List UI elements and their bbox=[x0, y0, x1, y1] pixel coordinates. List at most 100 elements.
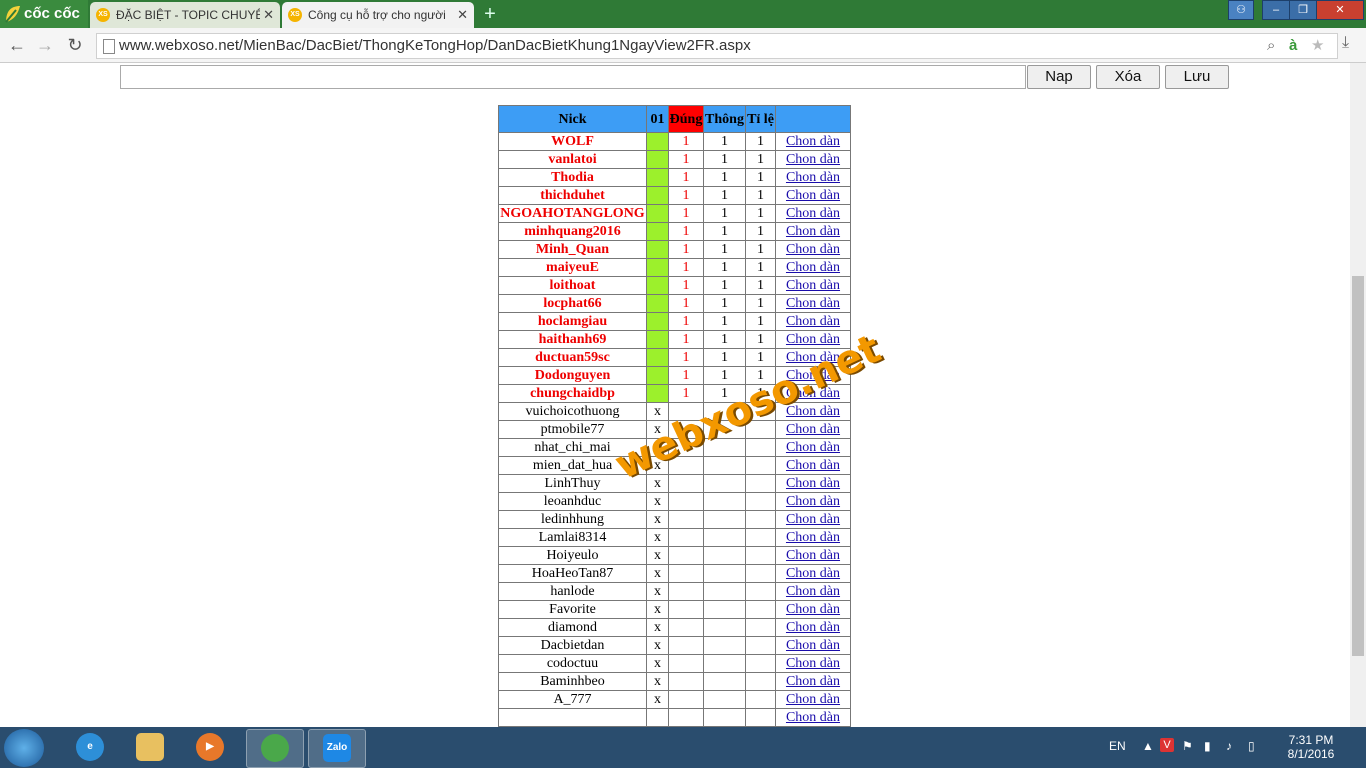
chon-dan-link[interactable]: Chon dàn bbox=[786, 422, 840, 437]
flag-icon[interactable]: ⚑ bbox=[1182, 739, 1193, 753]
chon-dan-link[interactable]: Chon dàn bbox=[786, 224, 840, 239]
reload-icon[interactable]: ↻ bbox=[64, 34, 86, 56]
close-icon[interactable]: ✕ bbox=[263, 2, 274, 28]
antivirus-icon[interactable]: V bbox=[1160, 738, 1174, 752]
xoa-button[interactable]: Xóa bbox=[1096, 65, 1160, 89]
table-row: diamond x Chon dàn bbox=[498, 618, 851, 637]
cell-nick: thichduhet bbox=[498, 186, 647, 205]
cell-01: x bbox=[646, 528, 669, 547]
chon-dan-link[interactable]: Chon dàn bbox=[786, 404, 840, 419]
language-indicator[interactable]: EN bbox=[1109, 739, 1126, 753]
chon-dan-link[interactable]: Chon dàn bbox=[786, 134, 840, 149]
chon-dan-link[interactable]: Chon dàn bbox=[786, 476, 840, 491]
tab-title: ĐẶC BIỆT - TOPIC CHUYÊN bbox=[116, 8, 260, 22]
cell-dung bbox=[668, 564, 704, 583]
chon-dan-link[interactable]: Chon dàn bbox=[786, 188, 840, 203]
luu-button[interactable]: Lưu bbox=[1165, 65, 1229, 89]
cell-nick: A_777 bbox=[498, 690, 647, 709]
coccoc-logo[interactable]: cốc cốc bbox=[0, 0, 88, 28]
close-window-button[interactable]: ✕ bbox=[1316, 0, 1364, 20]
chon-dan-link[interactable]: Chon dàn bbox=[786, 548, 840, 563]
chon-dan-link[interactable]: Chon dàn bbox=[786, 692, 840, 707]
cell-nick: ledinhhung bbox=[498, 510, 647, 529]
battery-icon[interactable]: ▯ bbox=[1248, 739, 1255, 753]
coccoc-leaf-icon bbox=[5, 6, 20, 23]
chon-dan-link[interactable]: Chon dàn bbox=[786, 674, 840, 689]
chon-dan-link[interactable]: Chon dàn bbox=[786, 584, 840, 599]
table-row: Thodia 1 1 1 Chon dàn bbox=[498, 168, 851, 187]
chon-dan-link[interactable]: Chon dàn bbox=[786, 260, 840, 275]
cell-tile: 1 bbox=[745, 186, 776, 205]
new-tab-icon[interactable]: + bbox=[480, 4, 500, 24]
taskbar-explorer[interactable] bbox=[122, 729, 178, 766]
chon-dan-link[interactable]: Chon dàn bbox=[786, 494, 840, 509]
chon-dan-link[interactable]: Chon dàn bbox=[786, 296, 840, 311]
table-row: Chon dàn bbox=[498, 708, 851, 727]
chon-dan-link[interactable]: Chon dàn bbox=[786, 242, 840, 257]
cell-nick: NGOAHOTANGLONG bbox=[498, 204, 647, 223]
chon-dan-link[interactable]: Chon dàn bbox=[786, 458, 840, 473]
clock[interactable]: 7:31 PM 8/1/2016 bbox=[1276, 733, 1346, 761]
coccoc-typing-icon[interactable]: à bbox=[1289, 34, 1297, 58]
volume-icon[interactable]: ♪ bbox=[1226, 739, 1232, 753]
cell-dung bbox=[668, 438, 704, 457]
chon-dan-link[interactable]: Chon dàn bbox=[786, 350, 840, 365]
taskbar-media[interactable]: ▶ bbox=[182, 729, 238, 766]
chon-dan-link[interactable]: Chon dàn bbox=[786, 512, 840, 527]
download-icon[interactable]: ⤓ bbox=[1342, 34, 1349, 52]
address-bar[interactable]: www.webxoso.net/MienBac/DacBiet/ThongKeT… bbox=[96, 33, 1338, 59]
cell-nick: ptmobile77 bbox=[498, 420, 647, 439]
chon-dan-link[interactable]: Chon dàn bbox=[786, 368, 840, 383]
cell-01: x bbox=[646, 492, 669, 511]
tab-dac-biet[interactable]: XS ĐẶC BIỆT - TOPIC CHUYÊN ✕ bbox=[90, 2, 280, 28]
chon-dan-link[interactable]: Chon dàn bbox=[786, 332, 840, 347]
chon-dan-link[interactable]: Chon dàn bbox=[786, 710, 840, 725]
cell-dung: 1 bbox=[668, 276, 704, 295]
maximize-button[interactable]: ❐ bbox=[1289, 0, 1317, 20]
cell-thong: 1 bbox=[703, 330, 746, 349]
cell-thong bbox=[703, 708, 746, 727]
star-icon[interactable]: ★ bbox=[1311, 34, 1324, 58]
table-row: A_777 x Chon dàn bbox=[498, 690, 851, 709]
chon-dan-link[interactable]: Chon dàn bbox=[786, 278, 840, 293]
chon-dan-link[interactable]: Chon dàn bbox=[786, 530, 840, 545]
table-row: Favorite x Chon dàn bbox=[498, 600, 851, 619]
chon-dan-link[interactable]: Chon dàn bbox=[786, 602, 840, 617]
nap-button[interactable]: Nap bbox=[1027, 65, 1091, 89]
cell-dung: 1 bbox=[668, 132, 704, 151]
chon-dan-link[interactable]: Chon dàn bbox=[786, 152, 840, 167]
chon-dan-link[interactable]: Chon dàn bbox=[786, 566, 840, 581]
minimize-button[interactable]: – bbox=[1262, 0, 1290, 20]
start-button[interactable] bbox=[4, 729, 44, 767]
cell-thong: 1 bbox=[703, 240, 746, 259]
chon-dan-link[interactable]: Chon dàn bbox=[786, 314, 840, 329]
scrollbar-thumb[interactable] bbox=[1352, 276, 1364, 656]
forward-icon[interactable]: → bbox=[34, 34, 56, 56]
taskbar-zalo[interactable]: Zalo bbox=[308, 729, 366, 768]
cell-dung: 1 bbox=[668, 312, 704, 331]
chon-dan-link[interactable]: Chon dàn bbox=[786, 170, 840, 185]
tray-up-icon[interactable]: ▲ bbox=[1142, 739, 1154, 753]
chon-dan-link[interactable]: Chon dàn bbox=[786, 620, 840, 635]
cell-thong: 1 bbox=[703, 384, 746, 403]
cell-01 bbox=[646, 204, 669, 223]
cell-nick: minhquang2016 bbox=[498, 222, 647, 241]
cell-01: x bbox=[646, 546, 669, 565]
taskbar-coccoc[interactable] bbox=[246, 729, 304, 768]
close-icon[interactable]: ✕ bbox=[457, 2, 468, 28]
tab-cong-cu[interactable]: XS Công cụ hỗ trợ cho người ✕ bbox=[282, 2, 474, 28]
chon-dan-link[interactable]: Chon dàn bbox=[786, 638, 840, 653]
chon-dan-link[interactable]: Chon dàn bbox=[786, 656, 840, 671]
network-icon[interactable]: ▮ bbox=[1204, 739, 1211, 753]
zoom-icon[interactable]: ⌕ bbox=[1267, 34, 1275, 58]
chon-dan-link[interactable]: Chon dàn bbox=[786, 386, 840, 401]
header-link bbox=[775, 105, 851, 133]
chon-dan-link[interactable]: Chon dàn bbox=[786, 206, 840, 221]
back-icon[interactable]: ← bbox=[6, 34, 28, 56]
profile-icon[interactable]: ⚇ bbox=[1228, 0, 1254, 20]
table-row: ledinhhung x Chon dàn bbox=[498, 510, 851, 529]
chon-dan-link[interactable]: Chon dàn bbox=[786, 440, 840, 455]
cell-nick: leoanhduc bbox=[498, 492, 647, 511]
taskbar-ie[interactable]: e bbox=[62, 729, 118, 766]
dan-input[interactable] bbox=[120, 65, 1026, 89]
